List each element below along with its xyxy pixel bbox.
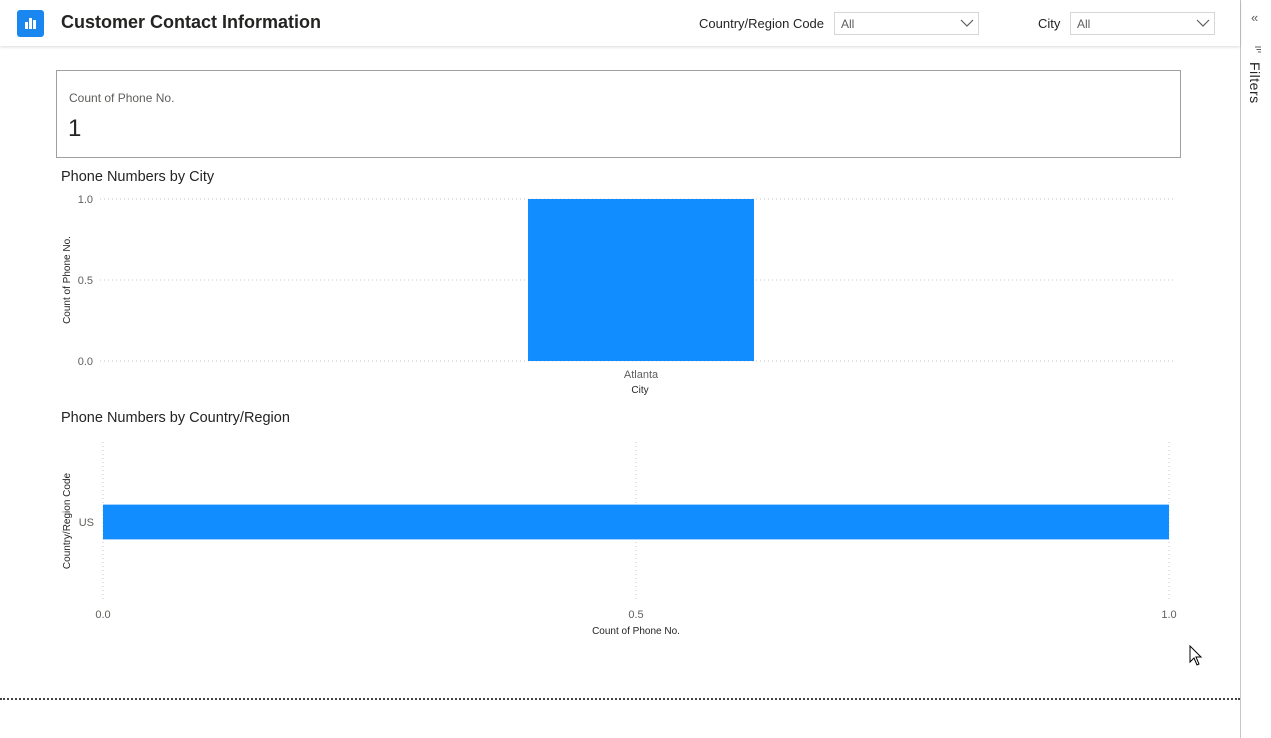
country-slicer-label: Country/Region Code <box>699 16 825 31</box>
country-bar-chart[interactable]: 0.0 0.5 1.0 US Count of Phone No. Country/Reg… <box>0 430 1240 645</box>
page-title: Customer Contact Information <box>61 12 322 32</box>
x-tick-label: 0.0 <box>95 609 110 621</box>
country-chart-title: Phone Numbers by Country/Region <box>61 410 290 426</box>
y-tick-label: 0.0 <box>78 356 93 368</box>
x-tick-label: 1.0 <box>1161 609 1176 621</box>
city-slicer-value: All <box>1077 17 1091 31</box>
y-tick-label: 0.5 <box>78 275 93 287</box>
country-slicer-dropdown[interactable]: All <box>834 12 979 35</box>
y-axis-title: Country/Region Code <box>62 472 73 569</box>
kpi-card[interactable]: Count of Phone No. 1 <box>56 70 1181 158</box>
page-boundary-divider <box>0 698 1240 700</box>
city-slicer-dropdown[interactable]: All <box>1070 12 1215 35</box>
y-tick-label: US <box>79 517 94 529</box>
chevron-down-icon <box>960 16 974 35</box>
city-slicer-label: City <box>1038 16 1061 31</box>
filter-icon <box>1255 40 1261 58</box>
y-tick-label: 1.0 <box>78 194 93 206</box>
bar-us[interactable] <box>103 504 1169 540</box>
x-tick-label: 0.5 <box>628 609 643 621</box>
card-value: 1 <box>68 115 82 142</box>
bar-chart-icon <box>17 10 44 37</box>
city-chart-title: Phone Numbers by City <box>61 169 215 185</box>
x-axis-title: City <box>631 385 648 396</box>
x-axis-title: Count of Phone No. <box>592 626 680 637</box>
collapse-filters-icon[interactable]: « <box>1251 10 1258 25</box>
filters-pane-label[interactable]: Filters <box>1247 62 1263 104</box>
city-bar-chart[interactable]: 0.0 0.5 1.0 Atlanta City Count of Phone No. <box>0 185 1240 400</box>
chevron-down-icon <box>1196 16 1210 35</box>
card-label: Count of Phone No. <box>69 91 175 105</box>
country-slicer-value: All <box>841 17 855 31</box>
filters-pane[interactable]: « Filters <box>1240 0 1271 738</box>
x-tick-label: Atlanta <box>624 369 659 381</box>
bar-atlanta[interactable] <box>528 199 754 361</box>
report-header: Customer Contact Information Country/Reg… <box>0 0 1240 46</box>
y-axis-title: Count of Phone No. <box>62 236 73 324</box>
mouse-cursor-icon <box>1189 644 1203 672</box>
